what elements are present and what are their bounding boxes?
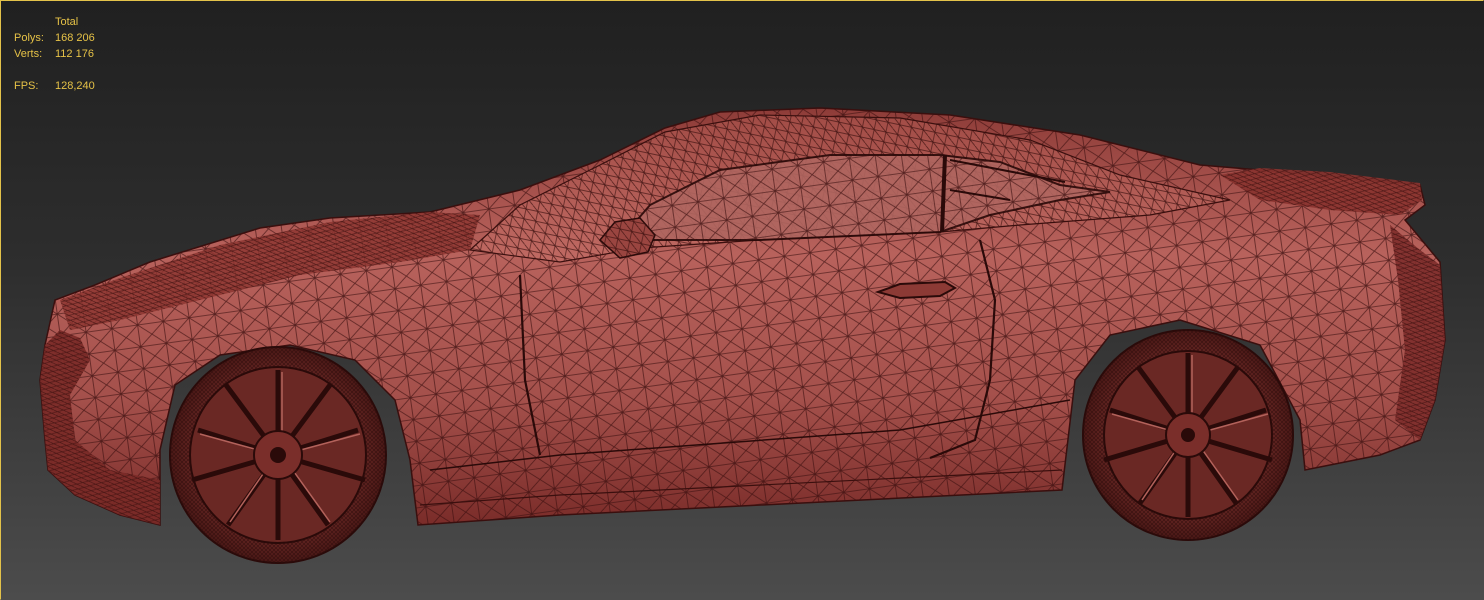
fps-label: FPS:	[14, 80, 39, 92]
stats-header: Total	[55, 16, 79, 28]
front-wheel	[169, 346, 387, 564]
verts-label: Verts:	[14, 48, 43, 60]
viewport-statistics: Total Polys: 168 206 Verts: 112 176 FPS:…	[14, 14, 95, 94]
polys-label: Polys:	[14, 32, 44, 44]
fps-value: 128,240	[55, 80, 95, 92]
car-wireframe-model	[39, 107, 1446, 564]
polys-value: 168 206	[55, 32, 95, 44]
3d-viewport[interactable]: Total Polys: 168 206 Verts: 112 176 FPS:…	[0, 0, 1484, 600]
verts-value: 112 176	[55, 48, 94, 60]
rear-wheel	[1082, 329, 1294, 541]
